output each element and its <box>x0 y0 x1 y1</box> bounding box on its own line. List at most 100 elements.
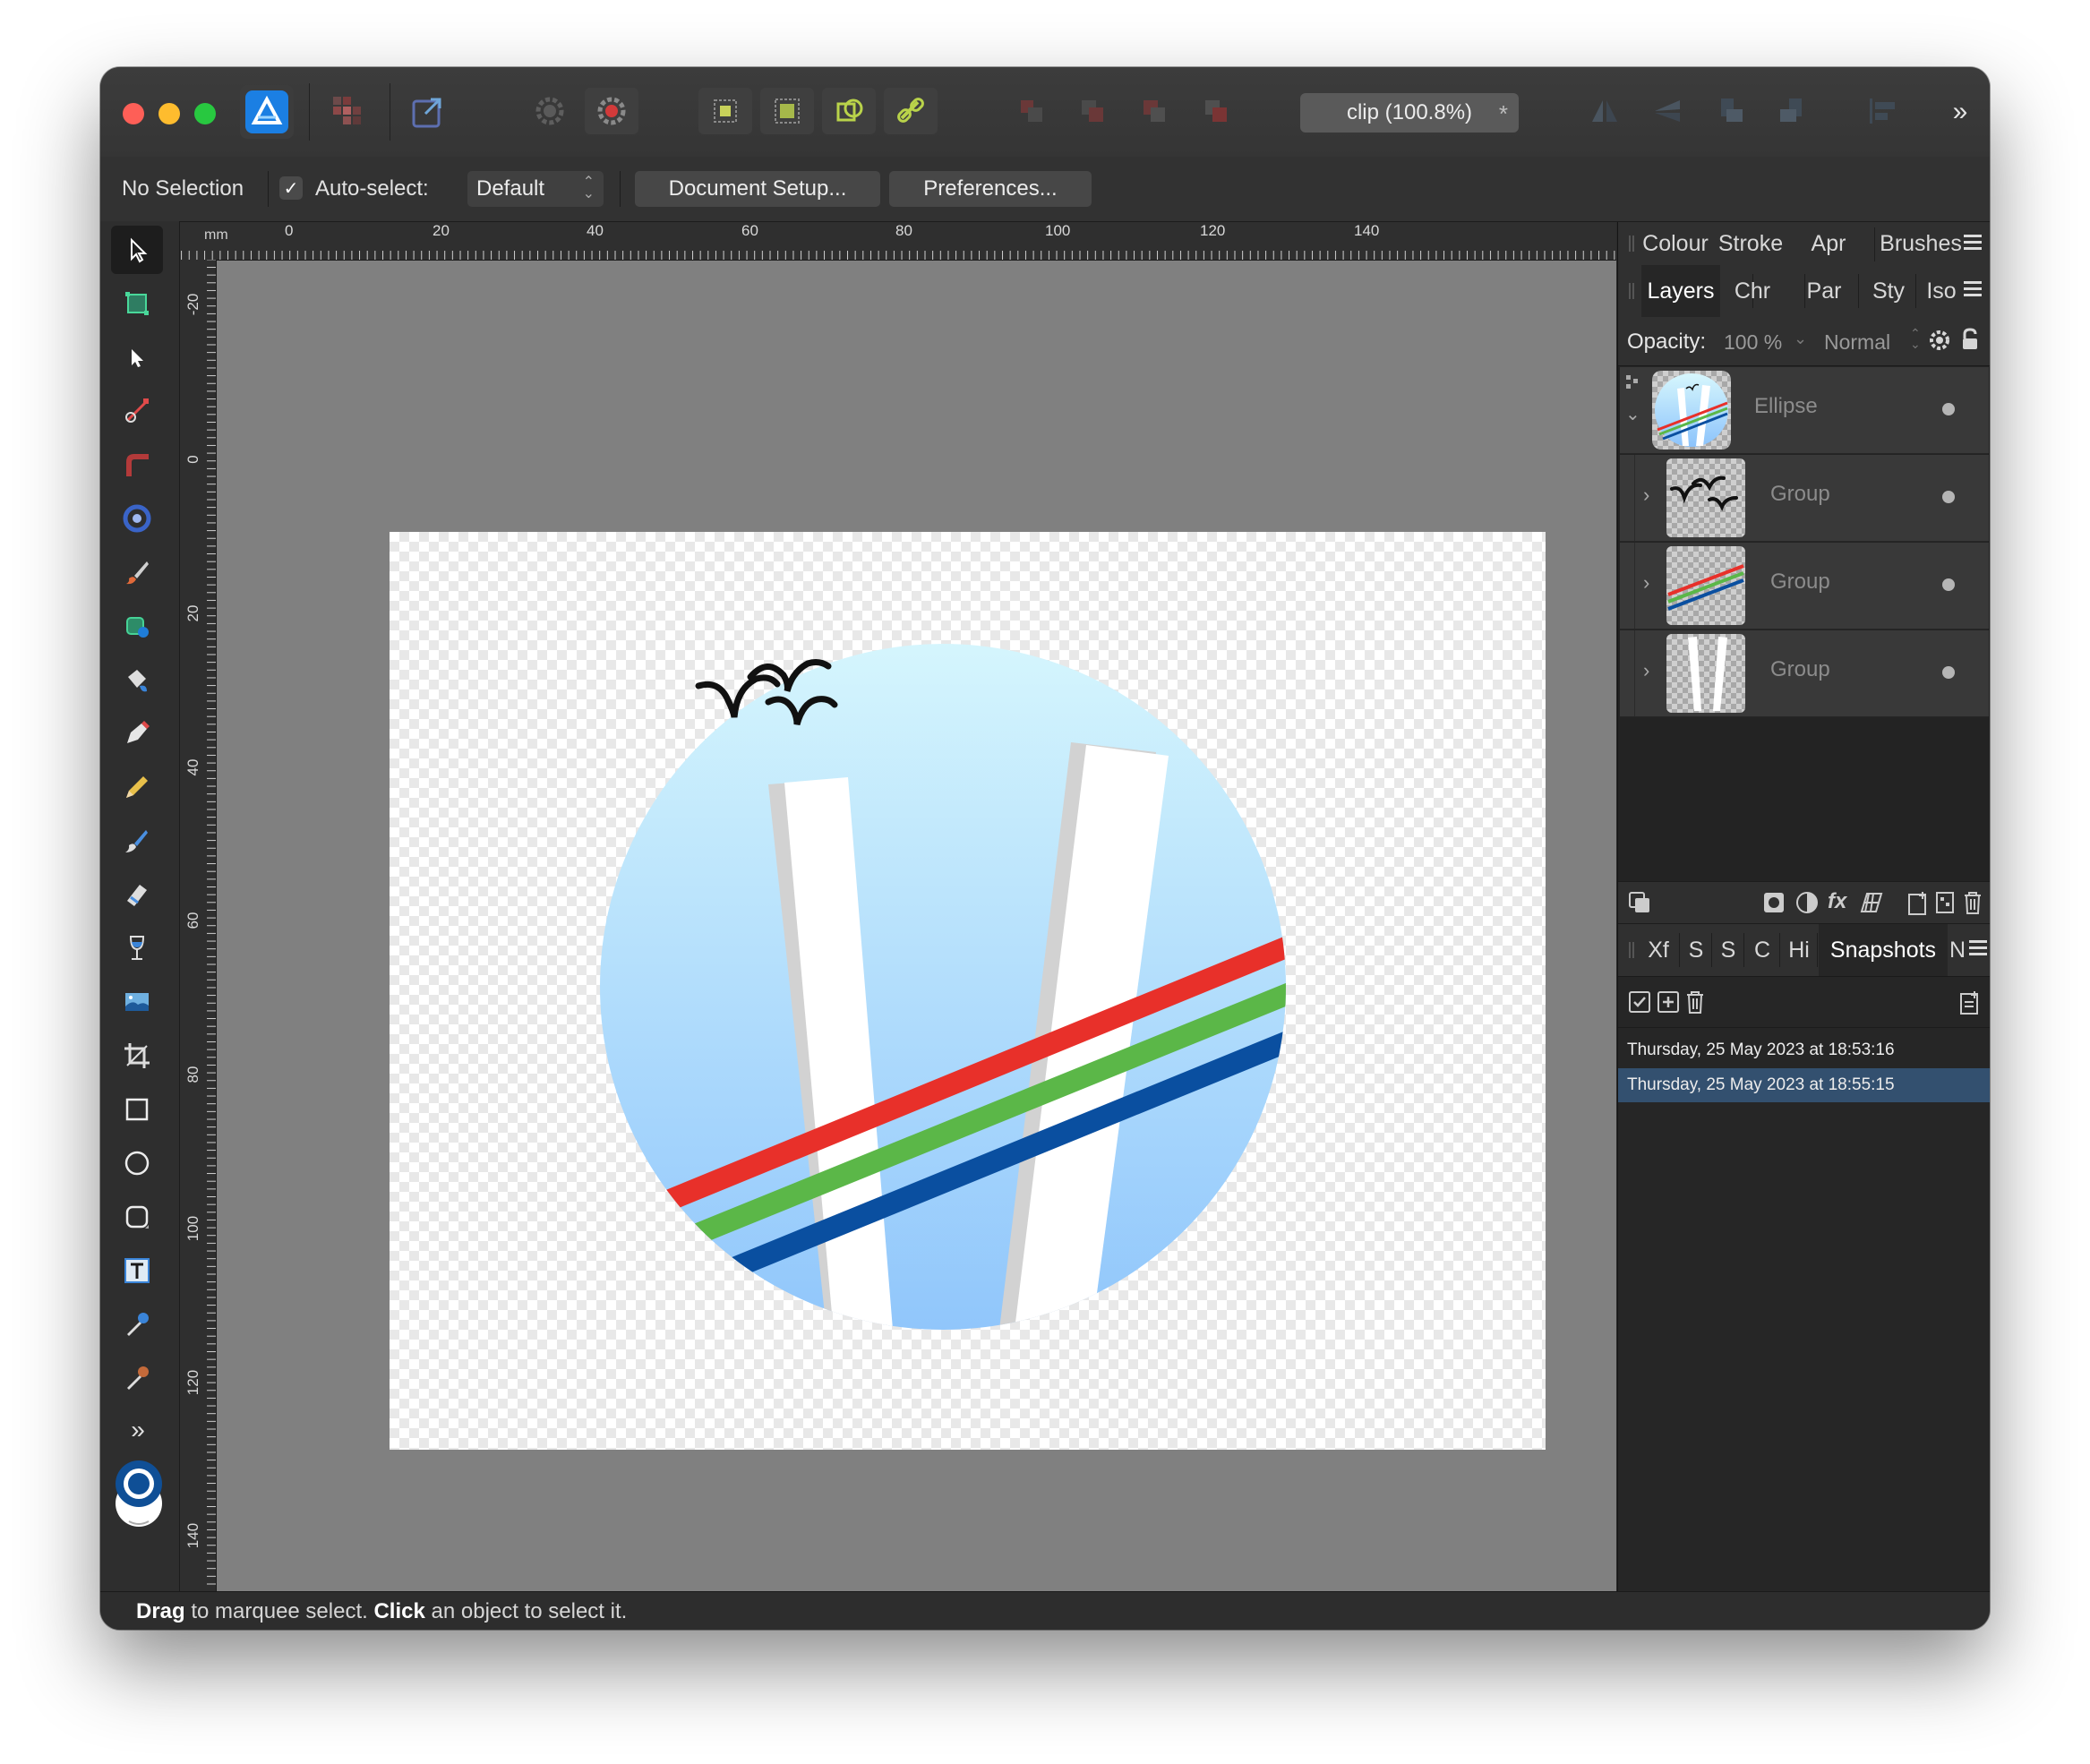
tools-expand-button[interactable]: » <box>118 1416 158 1443</box>
clip-button[interactable] <box>822 88 876 134</box>
document-tab[interactable]: clip (100.8%) * <box>1300 93 1519 133</box>
layer-row-group[interactable]: › Group <box>1620 543 1989 629</box>
lock-icon[interactable] <box>1960 328 1980 351</box>
layer-stack-icon[interactable] <box>1627 890 1652 915</box>
chevron-down-icon[interactable]: ⌄ <box>1794 330 1807 348</box>
restore-snapshot-icon[interactable] <box>1627 989 1652 1015</box>
tab-isolation[interactable]: Iso <box>1917 265 1966 317</box>
tab-symbols[interactable]: S <box>1713 924 1743 976</box>
rounded-rectangle-tool[interactable] <box>111 1193 163 1241</box>
vector-brush-tool[interactable] <box>111 817 163 865</box>
ellipse-tool[interactable] <box>111 1139 163 1187</box>
chevron-down-icon[interactable]: ⌄ <box>1625 403 1640 425</box>
trash-icon[interactable] <box>1962 890 1983 915</box>
tab-character[interactable]: Chr <box>1720 265 1785 317</box>
visibility-toggle[interactable] <box>1942 666 1955 679</box>
visibility-toggle[interactable] <box>1942 403 1955 415</box>
panel-grip[interactable] <box>1629 283 1634 299</box>
corner-tool[interactable] <box>111 387 163 435</box>
move-tool[interactable] <box>111 226 163 274</box>
tab-colour[interactable]: Colour <box>1642 222 1709 265</box>
back-button[interactable] <box>1066 88 1119 134</box>
snapping-toggle-button[interactable] <box>585 88 638 134</box>
close-document-icon[interactable]: * <box>1499 100 1508 128</box>
toolbar-overflow-button[interactable]: » <box>1945 94 1975 130</box>
clip-artwork[interactable] <box>390 532 1546 1450</box>
tab-appearance[interactable]: Apr <box>1797 222 1860 265</box>
visibility-toggle[interactable] <box>1942 578 1955 591</box>
gradient-tool[interactable] <box>111 494 163 543</box>
layer-row-group[interactable]: › Group <box>1620 455 1989 542</box>
flip-vertical-button[interactable] <box>1640 88 1694 134</box>
close-window-button[interactable] <box>123 103 144 124</box>
tab-transform[interactable]: Xf <box>1641 924 1675 976</box>
crop-tool[interactable] <box>111 1032 163 1080</box>
rotate-left-button[interactable] <box>1703 88 1757 134</box>
tab-constraints[interactable]: C <box>1745 924 1779 976</box>
panel-menu-icon[interactable] <box>1964 235 1982 251</box>
pixel-persona-button[interactable] <box>321 88 374 134</box>
visibility-toggle[interactable] <box>1942 491 1955 503</box>
document-setup-button[interactable]: Document Setup... <box>635 171 880 207</box>
preferences-button[interactable]: Preferences... <box>889 171 1092 207</box>
select-all-button[interactable] <box>698 88 752 134</box>
panel-grip[interactable] <box>1629 235 1634 252</box>
add-layer-icon[interactable] <box>1906 890 1930 915</box>
minimize-window-button[interactable] <box>158 103 180 124</box>
gear-icon[interactable] <box>1928 329 1951 352</box>
chevron-right-icon[interactable]: › <box>1643 659 1649 682</box>
auto-select-checkbox[interactable]: ✓ <box>279 176 303 200</box>
fx-icon[interactable]: fx <box>1828 889 1846 914</box>
panel-grip[interactable] <box>1629 942 1634 958</box>
mask-icon[interactable] <box>1761 890 1786 915</box>
color-picker-tool[interactable] <box>111 1354 163 1402</box>
tab-layers[interactable]: Layers <box>1641 265 1720 317</box>
pen-tool[interactable] <box>111 709 163 758</box>
designer-persona-button[interactable] <box>240 85 294 139</box>
panel-menu-icon[interactable] <box>1969 940 1987 956</box>
link-button[interactable] <box>884 88 938 134</box>
snapping-settings-button[interactable] <box>523 88 577 134</box>
blend-mode-value[interactable]: Normal <box>1824 330 1890 355</box>
layer-row-group[interactable]: › Group <box>1620 630 1989 717</box>
text-tool[interactable] <box>111 1246 163 1295</box>
snapshot-item[interactable]: Thursday, 25 May 2023 at 18:53:16 <box>1618 1033 1990 1067</box>
add-snapshot-icon[interactable] <box>1656 989 1681 1015</box>
new-document-from-snapshot-icon[interactable] <box>1958 989 1982 1015</box>
insert-inside-button[interactable] <box>760 88 814 134</box>
chevron-right-icon[interactable]: › <box>1643 484 1649 507</box>
rectangle-tool[interactable] <box>111 1085 163 1134</box>
chevron-right-icon[interactable]: › <box>1643 571 1649 595</box>
artboard[interactable] <box>390 532 1546 1450</box>
pencil-tool[interactable] <box>111 763 163 811</box>
forward-one-button[interactable] <box>1189 88 1243 134</box>
tab-swatches[interactable]: S <box>1681 924 1711 976</box>
brush-tool[interactable] <box>111 548 163 596</box>
zoom-window-button[interactable] <box>194 103 216 124</box>
align-button[interactable] <box>1855 88 1909 134</box>
auto-select-mode-dropdown[interactable]: Default ⌃ ⌄ <box>467 171 604 207</box>
adjustment-icon[interactable] <box>1794 890 1820 915</box>
sky-ellipse[interactable] <box>569 621 1321 1374</box>
back-one-button[interactable] <box>1005 88 1058 134</box>
tab-history[interactable]: Hi <box>1781 924 1817 976</box>
place-image-tool[interactable] <box>111 978 163 1026</box>
node-tool[interactable] <box>111 333 163 381</box>
eraser-tool[interactable] <box>111 870 163 919</box>
paint-bucket-tool[interactable] <box>111 655 163 704</box>
tab-styles[interactable]: Sty <box>1860 265 1917 317</box>
fill-tool[interactable] <box>111 602 163 650</box>
add-pixel-layer-icon[interactable] <box>1933 890 1957 915</box>
canvas-area[interactable] <box>217 261 1616 1591</box>
flip-horizontal-button[interactable] <box>1578 88 1632 134</box>
export-persona-button[interactable] <box>401 88 455 134</box>
eyedropper-tool[interactable] <box>111 1300 163 1349</box>
colour-swatch-widget[interactable] <box>111 1457 167 1529</box>
panel-menu-icon[interactable] <box>1964 281 1982 297</box>
transparency-tool[interactable] <box>111 924 163 972</box>
tab-navigator[interactable]: N <box>1948 924 1967 976</box>
layer-options-icon[interactable] <box>1625 374 1640 390</box>
forward-button[interactable] <box>1127 88 1181 134</box>
tab-stroke[interactable]: Stroke <box>1715 222 1786 265</box>
snapshot-item[interactable]: Thursday, 25 May 2023 at 18:55:15 <box>1618 1068 1990 1102</box>
